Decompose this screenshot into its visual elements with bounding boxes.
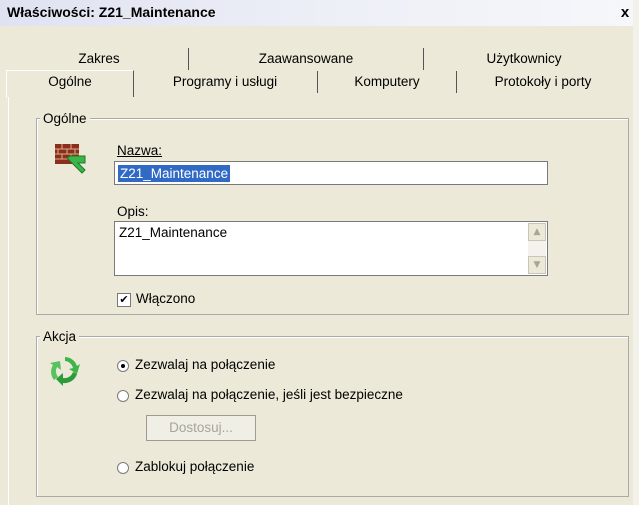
enabled-label[interactable]: Włączono xyxy=(136,291,195,306)
tab-komputery[interactable]: Komputery xyxy=(318,71,457,93)
tab-programy-i-uslugi[interactable]: Programy i usługi xyxy=(133,71,318,93)
name-input[interactable]: Z21_Maintenance xyxy=(114,161,548,185)
tab-uzytkownicy[interactable]: Użytkownicy xyxy=(424,48,624,70)
close-button[interactable]: x xyxy=(617,5,633,21)
customize-button[interactable]: Dostosuj... xyxy=(146,415,256,441)
scroll-up-icon[interactable]: ▲ xyxy=(528,223,546,241)
tab-panel: Ogólne Nazwa: Z21_Maintenance Opis: Z21_… xyxy=(8,97,639,505)
description-textarea[interactable]: Z21_Maintenance ▲ ▼ xyxy=(114,221,548,276)
tab-zakres[interactable]: Zakres xyxy=(10,48,189,70)
scroll-down-icon[interactable]: ▼ xyxy=(528,256,546,274)
enabled-checkbox[interactable]: ✔ xyxy=(117,293,131,307)
name-label: Nazwa: xyxy=(117,143,163,158)
description-scrollbar[interactable]: ▲ ▼ xyxy=(528,223,546,274)
outer-scrollbar[interactable] xyxy=(633,0,639,505)
radio-allow[interactable] xyxy=(117,360,129,372)
firewall-rule-icon xyxy=(54,140,88,174)
tab-ogolne[interactable]: Ogólne xyxy=(6,70,134,98)
title-bar[interactable]: Właściwości: Z21_Maintenance x xyxy=(0,0,639,26)
radio-allow-secure[interactable] xyxy=(117,390,129,402)
radio-allow-label[interactable]: Zezwalaj na połączenie xyxy=(135,357,275,372)
action-legend: Akcja xyxy=(40,329,80,344)
general-legend: Ogólne xyxy=(40,111,90,126)
tab-protokoly-i-porty[interactable]: Protokoły i porty xyxy=(457,71,629,93)
radio-block-label[interactable]: Zablokuj połączenie xyxy=(135,459,254,474)
radio-block[interactable] xyxy=(117,462,129,474)
radio-allow-secure-label[interactable]: Zezwalaj na połączenie, jeśli jest bezpi… xyxy=(135,387,403,402)
recycle-arrows-icon xyxy=(49,354,81,386)
window-title: Właściwości: Z21_Maintenance xyxy=(7,4,216,20)
tab-zaawansowane[interactable]: Zaawansowane xyxy=(189,48,424,70)
name-input-value: Z21_Maintenance xyxy=(118,165,231,182)
description-value: Z21_Maintenance xyxy=(119,225,228,240)
description-label: Opis: xyxy=(117,204,149,219)
